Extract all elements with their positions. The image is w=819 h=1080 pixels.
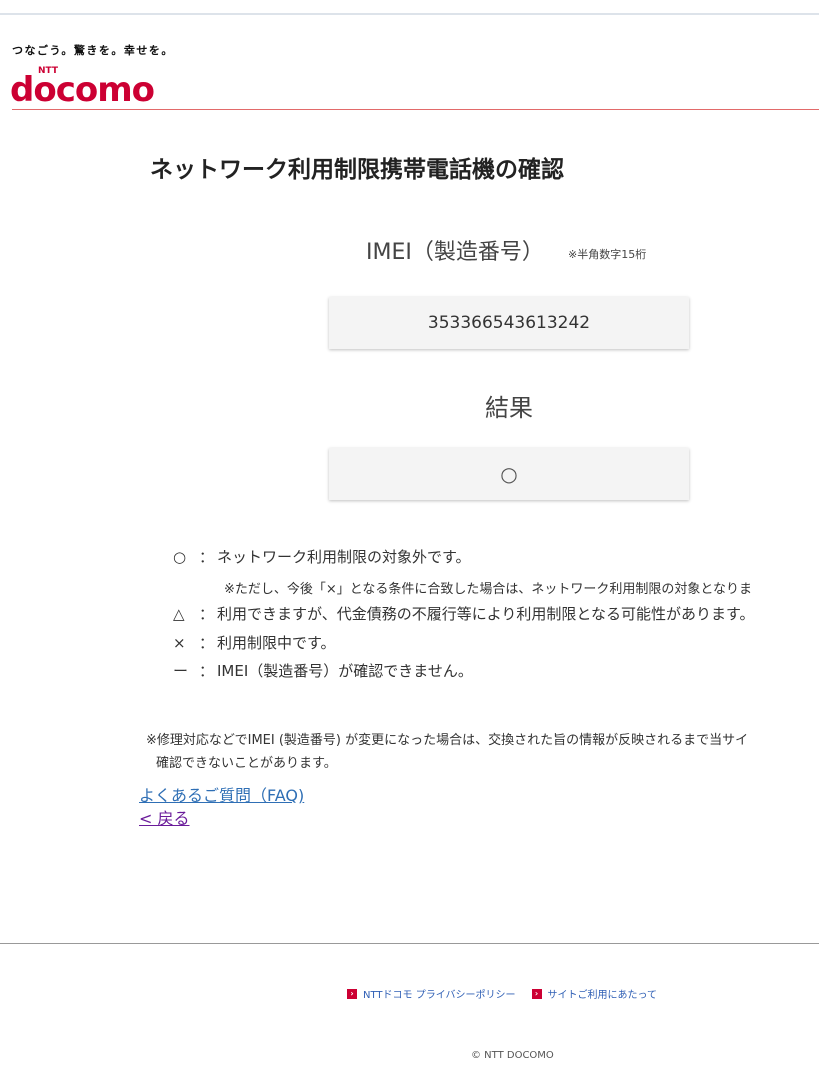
legend-symbol: △: [173, 605, 185, 623]
back-link[interactable]: < 戻る: [139, 805, 190, 829]
legend-text: 利用できますが、代金債務の不履行等により利用制限となる可能性があります。: [217, 605, 755, 623]
legend-item-restricted: × ：利用制限中です。: [173, 632, 336, 653]
legend-colon: ：: [199, 662, 215, 680]
legend-note: ※ただし、今後「×」となる条件に合致した場合は、ネットワーク利用制限の対象となり…: [224, 582, 753, 597]
legend-symbol: ー: [173, 662, 189, 680]
result-label: 結果: [485, 394, 533, 422]
page-title: ネットワーク利用制限携帯電話機の確認: [150, 157, 564, 183]
faq-link[interactable]: よくあるご質問（FAQ): [139, 782, 304, 806]
site-terms-label: サイトご利用にあたって: [547, 990, 658, 1001]
top-border: [0, 13, 819, 15]
legend-item-ok: ○ ：ネットワーク利用制限の対象外です。: [173, 546, 471, 567]
legend-item-caution: △ ：利用できますが、代金債務の不履行等により利用制限となる可能性があります。: [173, 603, 754, 624]
site-terms-link[interactable]: › サイトご利用にあたって: [531, 986, 658, 1001]
legend-colon: ：: [199, 605, 215, 623]
docomo-logo[interactable]: NTT docomo: [10, 62, 170, 110]
imei-note: ※半角数字15桁: [568, 248, 647, 261]
footnote-line-1: ※修理対応などでIMEI (製造番号) が変更になった場合は、交換された旨の情報…: [146, 733, 749, 748]
brand-tagline: つなごう。驚きを。幸せを。: [12, 44, 174, 57]
footer-divider: [0, 943, 819, 944]
footnote-line-2: 確認できないことがあります。: [156, 756, 337, 771]
privacy-policy-link[interactable]: › NTTドコモ プライバシーポリシー: [347, 986, 516, 1001]
logo-docomo-text: docomo: [10, 70, 155, 110]
legend-text: IMEI（製造番号）が確認できません。: [217, 662, 473, 680]
legend-item-unknown: ー ： IMEI（製造番号）が確認できません。: [173, 660, 473, 681]
legend-colon: ：: [199, 634, 215, 652]
footer-links: › NTTドコモ プライバシーポリシー › サイトご利用にあたって: [347, 986, 673, 1001]
copyright: © NTT DOCOMO: [471, 1050, 554, 1061]
arrow-right-icon: ›: [531, 988, 542, 999]
legend-colon: ：: [199, 548, 215, 566]
repair-footnote: ※修理対応などでIMEI (製造番号) が変更になった場合は、交換された旨の情報…: [146, 729, 748, 775]
imei-label: IMEI（製造番号）: [366, 240, 544, 265]
result-field: ○: [329, 448, 689, 500]
legend-text: ネットワーク利用制限の対象外です。: [217, 548, 471, 566]
header-divider: [12, 109, 819, 110]
legend-symbol: ×: [173, 634, 186, 652]
legend-symbol: ○: [173, 548, 187, 566]
arrow-right-icon: ›: [347, 988, 357, 999]
legend-text: 利用制限中です。: [217, 634, 336, 652]
imei-field[interactable]: 353366543613242: [329, 297, 689, 349]
privacy-policy-label: NTTドコモ プライバシーポリシー: [363, 990, 516, 1001]
